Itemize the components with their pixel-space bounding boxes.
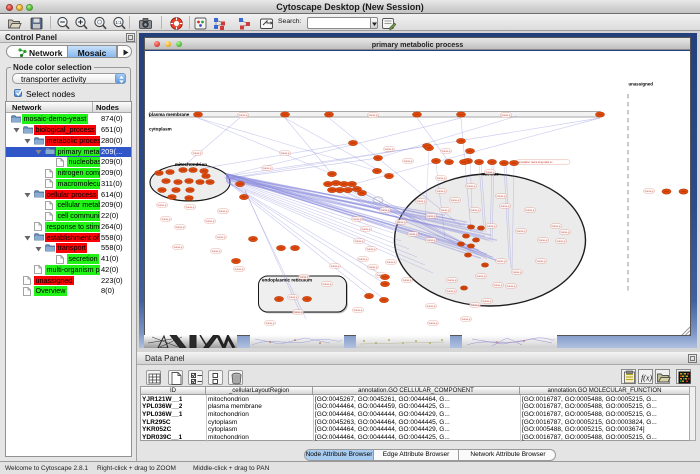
svg-text:Gene-p: Gene-p	[539, 238, 548, 242]
svg-text:Gene-p: Gene-p	[477, 274, 486, 278]
svg-text:Gene-p: Gene-p	[645, 189, 654, 193]
svg-text:Gene-p: Gene-p	[369, 265, 378, 269]
svg-text:Gene-p: Gene-p	[427, 238, 436, 242]
svg-text:Gene-p: Gene-p	[502, 113, 511, 117]
svg-text:Gene-p: Gene-p	[501, 204, 510, 208]
svg-text:Gene-p: Gene-p	[451, 198, 460, 202]
svg-text:Gene-p: Gene-p	[409, 232, 418, 236]
svg-text:Gene-p: Gene-p	[186, 205, 195, 209]
svg-text:Gene-p: Gene-p	[441, 208, 450, 212]
svg-text:Gene-p: Gene-p	[471, 303, 480, 307]
svg-text:Gene-p: Gene-p	[355, 239, 364, 243]
svg-text:unassigned: unassigned	[629, 82, 654, 87]
svg-text:Gene-p: Gene-p	[331, 264, 340, 268]
svg-text:mitochondrion: mitochondrion	[175, 162, 207, 167]
svg-text:Gene-p: Gene-p	[552, 224, 561, 228]
svg-text:Gene-p: Gene-p	[429, 321, 438, 325]
svg-text:Gene-p: Gene-p	[447, 289, 456, 293]
svg-text:Gene-p: Gene-p	[266, 321, 275, 325]
svg-text:Gene-p: Gene-p	[517, 229, 526, 233]
svg-text:Gene-p: Gene-p	[162, 217, 171, 221]
svg-text:Gene-p: Gene-p	[354, 308, 363, 312]
svg-text:f(x): f(x)	[641, 374, 652, 383]
svg-text:Gene-p: Gene-p	[235, 267, 244, 271]
svg-text:Gene-p: Gene-p	[362, 227, 371, 231]
svg-text:Gene-p: Gene-p	[381, 208, 390, 212]
svg-text:Gene-p: Gene-p	[467, 184, 476, 188]
svg-text:Gene-p: Gene-p	[507, 284, 516, 288]
svg-text:Gene-p: Gene-p	[462, 317, 471, 321]
svg-text:Gene-p: Gene-p	[385, 147, 394, 151]
svg-text:Gene-p: Gene-p	[281, 151, 290, 155]
svg-text:Gene-p: Gene-p	[537, 259, 546, 263]
svg-text:Gene-p: Gene-p	[526, 208, 535, 212]
svg-text:Gene-p: Gene-p	[442, 149, 451, 153]
svg-text:Gene-p: Gene-p	[437, 176, 446, 180]
svg-text:Gene-p: Gene-p	[397, 220, 406, 224]
svg-text:Gene-p: Gene-p	[206, 219, 215, 223]
svg-text:Gene-p: Gene-p	[219, 209, 228, 213]
svg-text:annotation name long label xx: annotation name long label xx	[518, 160, 553, 164]
svg-text:1:1: 1:1	[115, 19, 122, 24]
svg-text:Gene-p: Gene-p	[158, 203, 167, 207]
svg-text:Gene-p: Gene-p	[404, 159, 413, 163]
svg-text:Gene-p: Gene-p	[497, 259, 506, 263]
svg-text:Gene-p: Gene-p	[387, 260, 396, 264]
svg-text:Gene-p: Gene-p	[513, 270, 522, 274]
svg-text:Gene-p: Gene-p	[353, 217, 362, 221]
svg-text:Gene-p: Gene-p	[217, 235, 226, 239]
svg-text:Gene-p: Gene-p	[557, 239, 566, 243]
svg-text:Gene-p: Gene-p	[369, 113, 378, 117]
svg-text:Gene-p: Gene-p	[323, 282, 332, 286]
svg-text:plasma membrane: plasma membrane	[149, 112, 190, 117]
svg-text:Gene-p: Gene-p	[403, 278, 412, 282]
svg-text:Gene-p: Gene-p	[289, 295, 298, 299]
svg-text:Gene-p: Gene-p	[176, 225, 185, 229]
svg-text:Gene-p: Gene-p	[448, 278, 457, 282]
svg-text:Gene-p: Gene-p	[427, 304, 436, 308]
svg-text:Gene-p: Gene-p	[483, 299, 492, 303]
svg-text:Gene-p: Gene-p	[487, 224, 496, 228]
svg-text:Gene-p: Gene-p	[263, 166, 272, 170]
svg-text:Gene-p: Gene-p	[417, 199, 426, 203]
svg-text:Gene-p: Gene-p	[174, 245, 183, 249]
svg-text:Gene-p: Gene-p	[239, 113, 248, 117]
svg-text:Gene-p: Gene-p	[497, 194, 506, 198]
svg-text:Gene-p: Gene-p	[486, 170, 495, 174]
svg-text:Gene-p: Gene-p	[294, 310, 303, 314]
svg-text:Gene-p: Gene-p	[494, 283, 503, 287]
svg-text:Gene-p: Gene-p	[427, 214, 436, 218]
svg-text:Gene-p: Gene-p	[359, 257, 368, 261]
svg-text:Gene-p: Gene-p	[471, 208, 480, 212]
svg-text:cytoplasm: cytoplasm	[149, 127, 172, 132]
svg-text:Gene-p: Gene-p	[193, 151, 202, 155]
svg-text:Gene-p: Gene-p	[300, 275, 309, 279]
svg-text:Gene-p: Gene-p	[212, 249, 221, 253]
svg-text:Gene-p: Gene-p	[561, 230, 570, 234]
svg-text:Gene-p: Gene-p	[367, 247, 376, 251]
svg-text:Gene-p: Gene-p	[437, 189, 446, 193]
